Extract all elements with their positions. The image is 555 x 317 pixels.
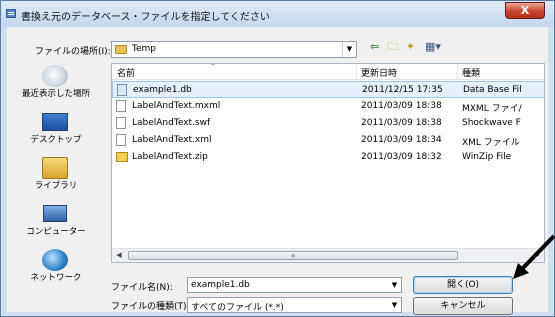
file-list-header: 名前 ^ 更新日時 種類 [112, 63, 544, 80]
table-row[interactable]: LabelAndText.xml 2011/03/09 18:34 XML ファ… [112, 132, 544, 149]
filename-field[interactable] [187, 277, 402, 293]
dialog-title: 書換え元のデータベース・ファイルを指定してください [21, 12, 270, 23]
file-date: 2011/03/09 18:32 [361, 152, 442, 162]
place-libraries[interactable]: ライブラリ [7, 157, 105, 199]
file-type: Shockwave F [462, 118, 521, 128]
chevron-down-icon[interactable]: ▼ [388, 278, 401, 292]
lookin-label: ファイルの場所(I): [35, 47, 111, 57]
file-name: example1.db [133, 85, 192, 95]
filetype-label: ファイルの種類(T): [111, 302, 190, 312]
places-bar: 最近表示した場所 デスクトップ ライブラリ コンピューター ネットワーク [7, 65, 105, 297]
file-name: LabelAndText.xml [132, 135, 212, 145]
cancel-button[interactable]: キャンセル [413, 297, 513, 315]
file-open-dialog: 書換え元のデータベース・ファイルを指定してください X ファイルの場所(I): … [0, 0, 555, 317]
place-computer[interactable]: コンピューター [7, 203, 105, 245]
file-date: 2011/03/09 18:34 [361, 135, 442, 145]
column-divider[interactable] [457, 64, 458, 80]
folder-icon [115, 45, 127, 54]
title-bar[interactable]: 書換え元のデータベース・ファイルを指定してください X [1, 1, 554, 27]
file-list[interactable]: 名前 ^ 更新日時 種類 example1.db 2011/12/15 17:3… [111, 63, 545, 263]
open-button[interactable]: 開く(O) [413, 276, 513, 294]
scroll-left-icon[interactable]: ◀ [112, 249, 126, 262]
lookin-value: Temp [132, 44, 156, 54]
column-divider[interactable] [356, 64, 357, 80]
file-name: LabelAndText.zip [132, 152, 208, 162]
sort-ascending-icon: ^ [210, 63, 216, 71]
scroll-right-icon[interactable]: ▶ [530, 249, 544, 262]
up-folder-icon[interactable]: 🗀 [385, 39, 400, 54]
filename-label: ファイル名(N): [111, 283, 173, 293]
desktop-icon [42, 113, 68, 131]
file-type: Data Base Fil [463, 85, 522, 95]
libraries-icon [42, 157, 68, 179]
place-desktop[interactable]: デスクトップ [7, 111, 105, 153]
file-icon [116, 117, 126, 129]
back-icon[interactable]: ⇦ [367, 39, 382, 54]
database-file-icon [117, 84, 127, 96]
chevron-down-icon[interactable]: ▼ [388, 298, 401, 312]
chevron-down-icon[interactable]: ▼ [342, 42, 356, 57]
column-header-date[interactable]: 更新日時 [361, 66, 397, 79]
view-menu-icon[interactable]: ▦▾ [421, 39, 445, 54]
network-icon [42, 249, 68, 271]
place-recent[interactable]: 最近表示した場所 [7, 65, 105, 107]
app-window-icon [6, 9, 16, 18]
place-label: ネットワーク [30, 273, 82, 283]
place-label: 最近表示した場所 [21, 89, 90, 99]
column-header-name[interactable]: 名前 [117, 66, 135, 79]
file-icon [116, 134, 126, 146]
lookin-dropdown[interactable]: Temp ▼ [111, 41, 357, 58]
close-button[interactable]: X [505, 2, 545, 19]
table-row[interactable]: LabelAndText.zip 2011/03/09 18:32 WinZip… [112, 149, 544, 166]
place-network[interactable]: ネットワーク [7, 249, 105, 291]
table-row[interactable]: LabelAndText.mxml 2011/03/09 18:38 MXML … [112, 98, 544, 115]
file-name: LabelAndText.swf [132, 118, 211, 128]
zip-file-icon [116, 152, 128, 162]
dialog-body: ファイルの場所(I): Temp ▼ ⇦ 🗀 ✦ ▦▾ 最近表示した場所 デスクトップ… [7, 27, 548, 315]
column-header-type[interactable]: 種類 [462, 66, 480, 79]
recent-places-icon [42, 65, 68, 87]
file-type: MXML ファイ/ [462, 104, 522, 114]
table-row[interactable]: example1.db 2011/12/15 17:35 Data Base F… [112, 81, 544, 98]
computer-icon [43, 205, 67, 222]
place-label: ライブラリ [34, 181, 78, 191]
new-folder-icon[interactable]: ✦ [403, 39, 418, 54]
place-label: コンピューター [26, 227, 86, 237]
file-date: 2011/03/09 18:38 [361, 101, 442, 111]
filetype-dropdown[interactable]: すべてのファイル (*.*) [187, 297, 402, 313]
table-row[interactable]: LabelAndText.swf 2011/03/09 18:38 Shockw… [112, 115, 544, 132]
file-name: LabelAndText.mxml [132, 101, 221, 111]
navigation-toolbar: ⇦ 🗀 ✦ ▦▾ [367, 39, 448, 57]
place-label: デスクトップ [30, 135, 82, 145]
scrollbar-thumb[interactable]: ≡ [128, 251, 458, 260]
file-type: WinZip File [462, 152, 512, 162]
horizontal-scrollbar[interactable]: ◀ ≡ ▶ [112, 248, 544, 262]
file-date: 2011/12/15 17:35 [362, 85, 443, 95]
file-icon [116, 100, 126, 112]
file-date: 2011/03/09 18:38 [361, 118, 442, 128]
file-type: XML ファイル [462, 138, 520, 148]
